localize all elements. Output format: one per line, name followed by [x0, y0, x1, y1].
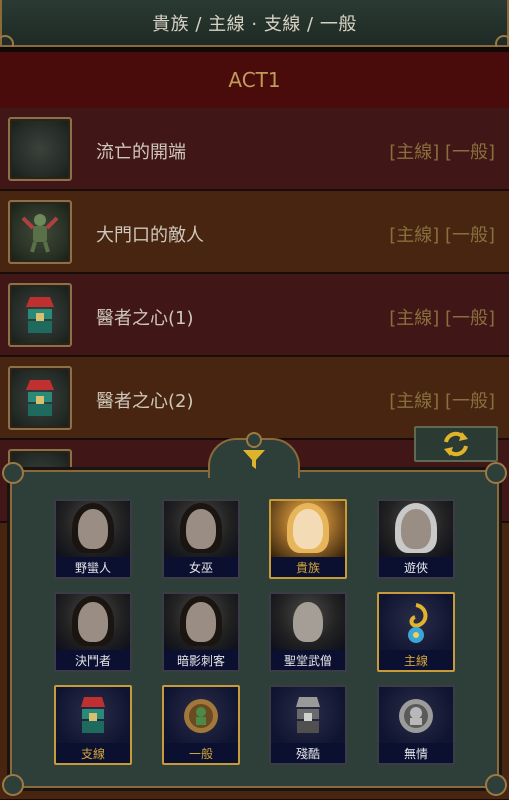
silver-chest-icon	[271, 687, 345, 745]
ornament-corner	[2, 774, 24, 796]
zombie-icon	[8, 200, 72, 264]
filter-toggle-tab[interactable]	[208, 432, 300, 478]
filter-tile-shadow[interactable]: 暗影刺客	[162, 592, 240, 672]
filter-tile-side-quest[interactable]: 支線	[54, 685, 132, 765]
funnel-icon	[243, 450, 265, 469]
filter-label: 支線	[56, 743, 130, 763]
filter-tile-marauder[interactable]: 野蠻人	[54, 499, 132, 579]
quest-tags: [主線] [一般]	[389, 225, 495, 246]
ranger-portrait	[379, 501, 453, 559]
potion-chest-icon	[56, 687, 130, 745]
filter-label: 無情	[379, 743, 453, 763]
quest-row[interactable]: 大門口的敵人 [主線] [一般]	[0, 191, 509, 273]
filter-tile-duelist[interactable]: 決鬥者	[54, 592, 132, 672]
quest-name: 醫者之心(2)	[96, 391, 194, 412]
act-section-header[interactable]: ACT1	[0, 52, 509, 108]
quest-row[interactable]: 流亡的開端 [主線] [一般]	[0, 108, 509, 190]
templar-portrait	[271, 594, 345, 652]
ornament-corner	[485, 774, 507, 796]
potion-chest-icon	[8, 366, 72, 430]
ornament-corner	[2, 462, 24, 484]
filter-tile-ranger[interactable]: 遊俠	[377, 499, 455, 579]
ornament-knob	[246, 432, 262, 448]
filter-label: 野蠻人	[56, 557, 130, 577]
filter-tile-normal[interactable]: 一般	[162, 685, 240, 765]
refresh-icon	[444, 431, 468, 457]
ornament-corner	[485, 462, 507, 484]
marauder-portrait	[56, 501, 130, 559]
quest-tags: [主線] [一般]	[389, 308, 495, 329]
filter-label: 決鬥者	[56, 650, 130, 670]
act-label: ACT1	[228, 68, 281, 92]
quest-name: 大門口的敵人	[96, 225, 204, 246]
spiral-shell-icon	[379, 594, 453, 652]
filter-tile-merciless[interactable]: 無情	[377, 685, 455, 765]
scion-portrait	[271, 501, 345, 559]
filter-label: 遊俠	[379, 557, 453, 577]
refresh-button[interactable]	[414, 426, 498, 462]
filter-tile-templar[interactable]: 聖堂武僧	[269, 592, 347, 672]
filter-tile-cruel[interactable]: 殘酷	[269, 685, 347, 765]
filter-label: 女巫	[164, 557, 238, 577]
bronze-coin-icon	[164, 687, 238, 745]
filter-label: 暗影刺客	[164, 650, 238, 670]
quest-row[interactable]: 醫者之心(1) [主線] [一般]	[0, 274, 509, 356]
header-title: 貴族 / 主線 · 支線 / 一般	[152, 13, 357, 35]
quest-tags: [主線] [一般]	[389, 391, 495, 412]
silver-coin-icon	[379, 687, 453, 745]
filter-label: 一般	[164, 743, 238, 763]
filter-tile-witch[interactable]: 女巫	[162, 499, 240, 579]
filter-summary-header: 貴族 / 主線 · 支線 / 一般	[0, 0, 509, 53]
blank-map-icon	[8, 117, 72, 181]
filter-label: 聖堂武僧	[271, 650, 345, 670]
witch-portrait	[164, 501, 238, 559]
shadow-portrait	[164, 594, 238, 652]
quest-name: 醫者之心(1)	[96, 308, 194, 329]
filter-tile-main-quest[interactable]: 主線	[377, 592, 455, 672]
filter-label: 殘酷	[271, 743, 345, 763]
quest-tags: [主線] [一般]	[389, 142, 495, 163]
duelist-portrait	[56, 594, 130, 652]
filter-label: 主線	[379, 650, 453, 670]
quest-name: 流亡的開端	[96, 142, 186, 163]
filter-tile-scion[interactable]: 貴族	[269, 499, 347, 579]
potion-chest-icon	[8, 283, 72, 347]
filter-label: 貴族	[271, 557, 345, 577]
